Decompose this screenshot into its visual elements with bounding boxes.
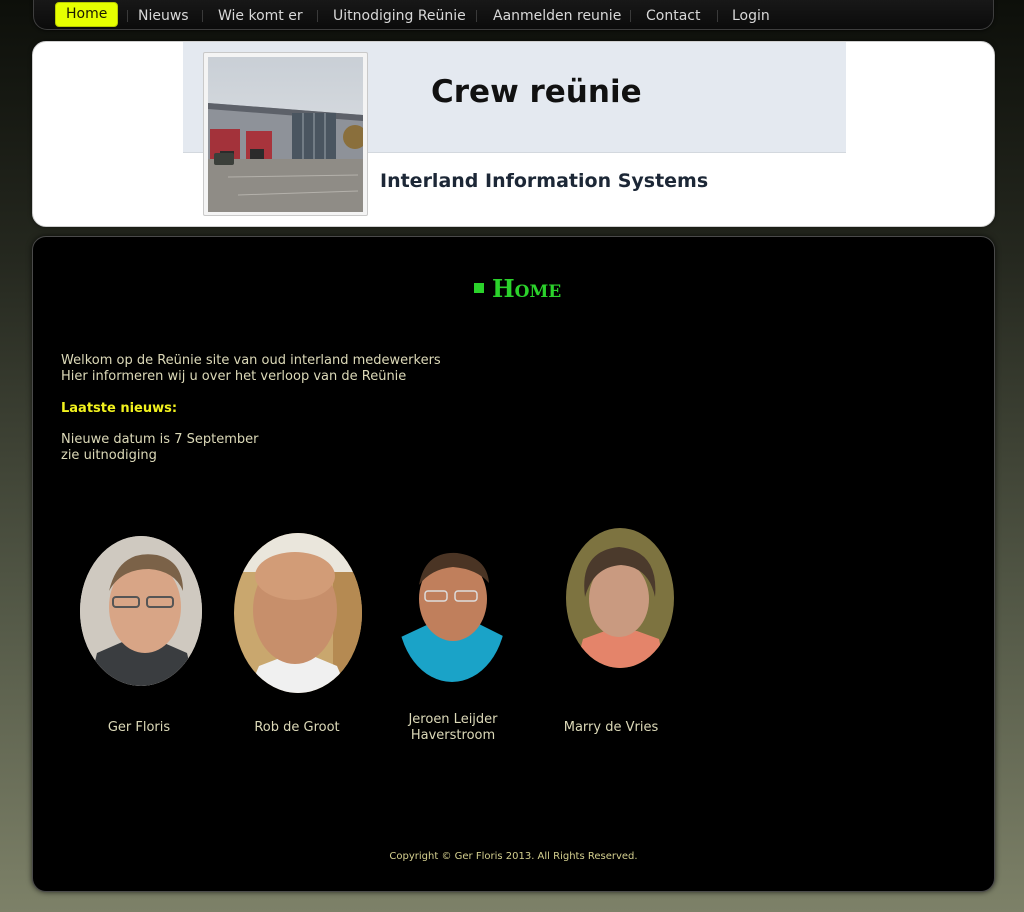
person-photo-jeroen-leijder-haverstroom — [398, 542, 506, 682]
nav-contact[interactable]: Contact — [646, 6, 700, 26]
site-title: Crew reünie — [431, 74, 642, 110]
main-content-panel: Home Welkom op de Reünie site van oud in… — [32, 236, 995, 892]
news-body: Nieuwe datum is 7 September zie uitnodig… — [61, 432, 258, 464]
intro-line: Welkom op de Reünie site van oud interla… — [61, 353, 441, 368]
site-subtitle: Interland Information Systems — [380, 170, 709, 192]
nav-login[interactable]: Login — [732, 6, 770, 26]
person-name: Ger Floris — [107, 720, 171, 735]
top-navigation: Home Nieuws Wie komt er Uitnodiging Reün… — [33, 0, 994, 30]
nav-uitnodiging-reunie[interactable]: Uitnodiging Reünie — [333, 6, 466, 26]
nav-home[interactable]: Home — [55, 2, 119, 27]
building-photo — [203, 52, 368, 216]
page-heading-text: Home — [492, 274, 562, 303]
intro-text: Welkom op de Reünie site van oud interla… — [61, 353, 441, 385]
person-name: Marry de Vries — [563, 720, 659, 735]
person-photo-ger-floris — [80, 536, 202, 686]
news-line: Nieuwe datum is 7 September — [61, 432, 259, 447]
page-heading: Home — [474, 275, 561, 303]
news-line: zie uitnodiging — [61, 448, 157, 463]
header-panel: Crew reünie Interland Information System… — [32, 41, 995, 227]
nav-divider — [476, 10, 477, 22]
nav-nieuws[interactable]: Nieuws — [138, 6, 189, 26]
person-name: Rob de Groot — [254, 720, 340, 735]
nav-wie-komt-er[interactable]: Wie komt er — [218, 6, 303, 26]
news-heading: Laatste nieuws: — [61, 401, 178, 416]
nav-divider — [717, 10, 718, 22]
intro-line: Hier informeren wij u over het verloop v… — [61, 369, 407, 384]
copyright-footer: Copyright © Ger Floris 2013. All Rights … — [389, 851, 638, 862]
nav-divider — [127, 10, 128, 22]
nav-divider — [202, 10, 203, 22]
person-name: Jeroen Leijder Haverstroom — [408, 712, 498, 743]
person-photo-rob-de-groot — [234, 533, 362, 693]
nav-divider — [630, 10, 631, 22]
person-photo-marry-de-vries — [566, 528, 674, 668]
heading-bullet-icon — [474, 283, 484, 293]
nav-aanmelden-reunie[interactable]: Aanmelden reunie — [493, 6, 621, 26]
nav-divider — [317, 10, 318, 22]
